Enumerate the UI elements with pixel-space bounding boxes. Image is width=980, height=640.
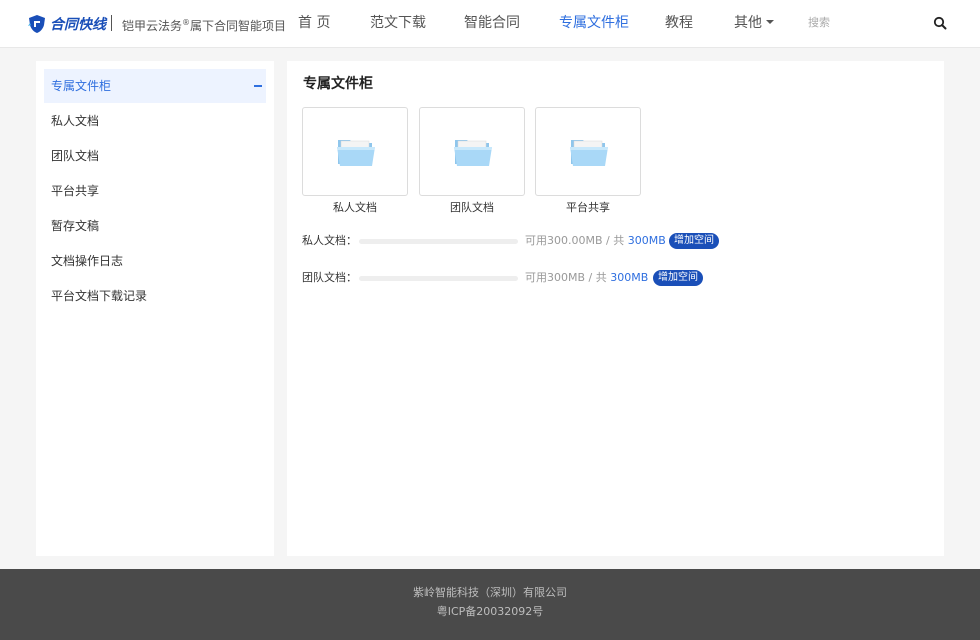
add-space-button-team[interactable]: 增加空间 <box>653 270 703 286</box>
logo-text: 合同快线 <box>50 17 106 33</box>
folder-label-private: 私人文档 <box>333 201 377 214</box>
quota-text-team: 可用300MB / 共 300MB <box>525 271 648 285</box>
quota-text-private: 可用300.00MB / 共 300MB <box>525 234 666 248</box>
nav-tutorial[interactable]: 教程 <box>665 14 693 32</box>
quota-progress-private <box>359 239 518 244</box>
caret-down-icon <box>766 20 774 24</box>
sidebar-item-team-docs[interactable]: 团队文档 <box>44 139 266 173</box>
tagline-suffix: 属下合同智能项目 <box>190 19 287 33</box>
quota-progress-team <box>359 276 518 281</box>
sidebar-item-label: 团队文档 <box>51 149 100 163</box>
shield-logo-icon <box>28 15 45 33</box>
sidebar-item-label: 私人文档 <box>51 114 100 128</box>
top-header: 合同快线 铠甲云法务®属下合同智能项目 首 页 范文下载 智能合同 专属文件柜 … <box>0 0 980 48</box>
collapse-minus-icon[interactable] <box>254 85 262 87</box>
footer: 紫岭智能科技（深圳）有限公司 粤ICP备20032092号 <box>0 569 980 640</box>
nav-more-label: 其他 <box>734 15 762 31</box>
search-input[interactable]: 搜索 <box>808 16 830 30</box>
sidebar-item-file-cabinet[interactable]: 专属文件柜 <box>44 69 266 103</box>
sidebar-item-drafts[interactable]: 暂存文稿 <box>44 209 266 243</box>
sidebar-item-operation-log[interactable]: 文档操作日志 <box>44 244 266 278</box>
sidebar: 专属文件柜 私人文档 团队文档 平台共享 暂存文稿 文档操作日志 平台文档下载记… <box>36 61 274 556</box>
quota-available-private: 可用300.00MB / 共 <box>525 234 628 247</box>
logo-divider <box>111 15 112 31</box>
sidebar-item-label: 专属文件柜 <box>51 79 112 93</box>
sidebar-item-private-docs[interactable]: 私人文档 <box>44 104 266 138</box>
site-logo[interactable]: 合同快线 <box>27 13 106 35</box>
folder-card-shared[interactable] <box>535 107 641 196</box>
footer-company: 紫岭智能科技（深圳）有限公司 <box>413 586 567 599</box>
search-icon[interactable] <box>933 16 947 30</box>
page-title: 专属文件柜 <box>303 76 373 92</box>
folder-card-private[interactable] <box>302 107 408 196</box>
site-tagline: 铠甲云法务®属下合同智能项目 <box>122 15 286 34</box>
folder-icon <box>337 140 375 166</box>
quota-label-private: 私人文档： <box>302 234 357 247</box>
tagline-brand: 铠甲云法务 <box>122 19 183 33</box>
folder-label-team: 团队文档 <box>450 201 494 214</box>
footer-icp[interactable]: 粤ICP备20032092号 <box>0 605 980 619</box>
quota-total-private: 300MB <box>627 234 666 247</box>
folder-card-team[interactable] <box>419 107 525 196</box>
sidebar-item-platform-shared[interactable]: 平台共享 <box>44 174 266 208</box>
folder-icon <box>570 140 608 166</box>
quota-total-team: 300MB <box>610 271 649 284</box>
nav-home[interactable]: 首 页 <box>298 14 330 32</box>
sidebar-item-label: 暂存文稿 <box>51 219 100 233</box>
sidebar-item-label: 平台共享 <box>51 184 100 198</box>
nav-file-cabinet[interactable]: 专属文件柜 <box>559 14 629 32</box>
nav-smart-contract[interactable]: 智能合同 <box>464 14 520 32</box>
add-space-button-private[interactable]: 增加空间 <box>669 233 719 249</box>
nav-templates[interactable]: 范文下载 <box>370 14 426 32</box>
sidebar-item-label: 文档操作日志 <box>51 254 124 268</box>
quota-available-team: 可用300MB / 共 <box>525 271 611 284</box>
folder-icon <box>454 140 492 166</box>
folder-label-shared: 平台共享 <box>566 201 610 214</box>
quota-label-team: 团队文档： <box>302 271 357 284</box>
main-panel: 专属文件柜 私人文档 团队文档 平台共享 私人文档： 可用300.00MB / <box>287 61 944 556</box>
sidebar-item-download-records[interactable]: 平台文档下载记录 <box>44 279 266 313</box>
sidebar-item-label: 平台文档下载记录 <box>51 289 148 303</box>
nav-more-dropdown[interactable]: 其他 <box>734 14 774 32</box>
registered-mark: ® <box>182 18 191 27</box>
